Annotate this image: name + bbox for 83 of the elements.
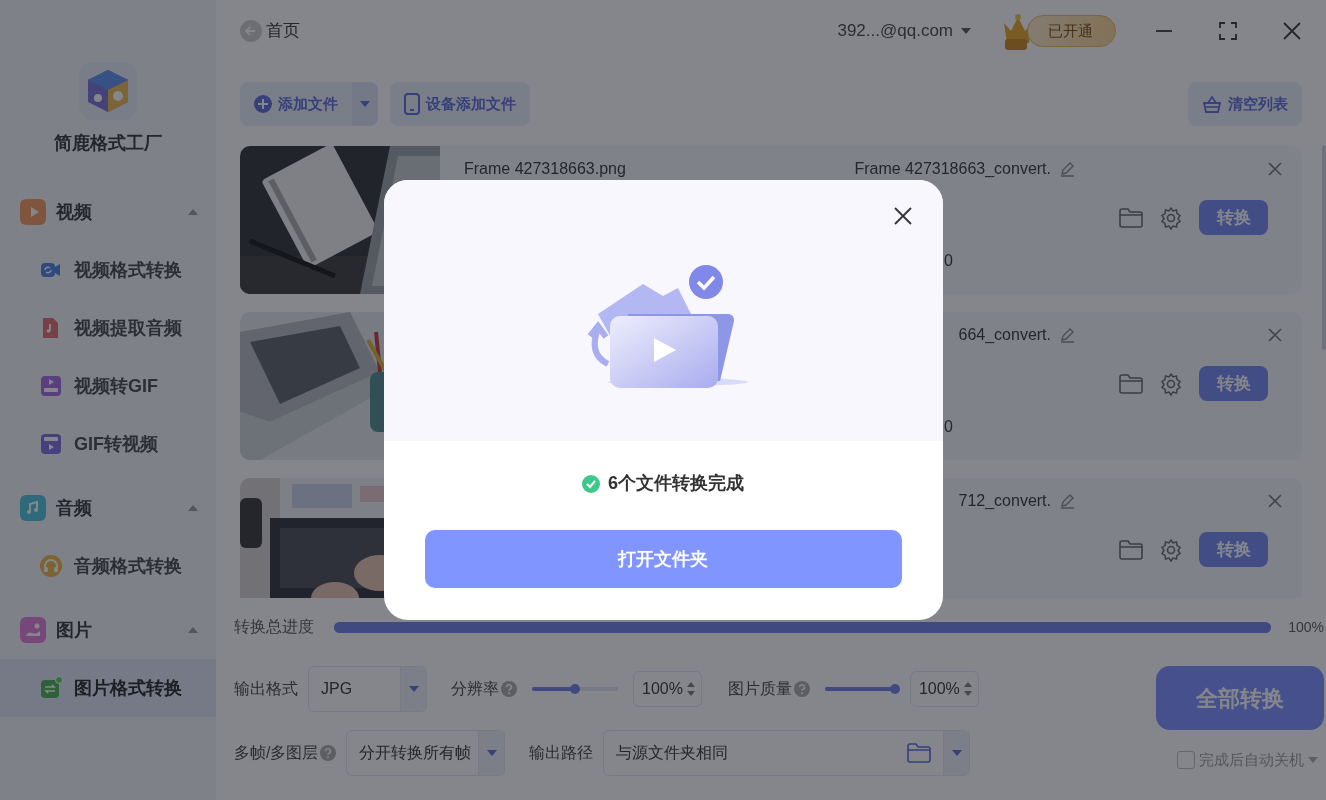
app-name: 简鹿格式工厂 [54, 132, 162, 155]
sidebar-item[interactable]: 视频格式转换 [0, 241, 216, 299]
sidebar-group[interactable]: 音频 [0, 479, 216, 537]
edit-icon[interactable] [1059, 493, 1075, 509]
phone-icon [404, 93, 420, 115]
device-add-button[interactable]: 设备添加文件 [390, 82, 530, 126]
format-dropdown[interactable]: JPG [308, 666, 427, 712]
gif-file-icon [38, 373, 64, 399]
setting-label: 图片质量 [727, 679, 792, 699]
number-input[interactable]: 100% [633, 671, 702, 707]
setting-label: 输出格式 [234, 679, 298, 699]
app-logo-icon [79, 62, 137, 120]
caret-icon [360, 101, 370, 107]
checkbox[interactable] [1177, 751, 1195, 770]
remove-icon[interactable] [1268, 328, 1282, 342]
folder-icon[interactable] [907, 743, 932, 763]
settings-icon[interactable] [1159, 205, 1183, 230]
caret-icon [951, 750, 962, 756]
setting-label: 输出路径 [529, 743, 594, 763]
vip-status-badge: 已开通 [1027, 15, 1116, 47]
back-link[interactable]: 首页 [240, 18, 300, 44]
progress-label: 转换总进度 [234, 617, 315, 637]
setting-label: 分辨率 [451, 679, 499, 699]
edit-icon[interactable] [1059, 161, 1075, 177]
settings-icon[interactable] [1159, 371, 1183, 396]
caret-icon [961, 28, 971, 34]
video-icon [20, 199, 46, 225]
remove-icon[interactable] [1268, 162, 1282, 176]
folder-icon[interactable] [1119, 207, 1143, 228]
output-file-name: 712_convert. [957, 491, 1051, 511]
caret-icon [486, 750, 497, 756]
basket-icon [1202, 95, 1222, 113]
sidebar-item[interactable]: GIF转视频 [0, 415, 216, 473]
caret-icon [1308, 757, 1318, 764]
sidebar-group[interactable]: 图片 [0, 601, 216, 659]
output-path-value: 与源文件夹相同 [616, 743, 729, 763]
music-icon [20, 495, 46, 521]
help-icon [320, 745, 337, 761]
add-icon [254, 95, 272, 113]
sidebar-item[interactable]: 视频转GIF [0, 357, 216, 415]
add-file-button[interactable]: 添加文件 [240, 82, 352, 126]
settings-icon[interactable] [1159, 537, 1183, 562]
convert-button[interactable]: 转换 [1199, 366, 1268, 401]
success-message: 6个文件转换完成 [608, 472, 744, 495]
caret-icon [408, 686, 419, 692]
file-size: 0 [944, 252, 953, 269]
output-path-field[interactable]: 与源文件夹相同 [603, 730, 971, 776]
sidebar-group[interactable]: 视频 [0, 183, 216, 241]
swap-image-icon [38, 675, 64, 701]
remove-icon[interactable] [1268, 494, 1282, 508]
headphones-icon [38, 553, 64, 579]
convert-button[interactable]: 转换 [1199, 532, 1268, 567]
open-folder-button[interactable]: 打开文件夹 [424, 530, 902, 588]
setting-label: 多帧/多图层 [234, 743, 319, 763]
frames-dropdown[interactable]: 分开转换所有帧 [346, 730, 506, 776]
output-file-name: Frame 427318663_convert. [853, 159, 1051, 179]
add-file-menu-button[interactable] [352, 82, 378, 126]
spinner-icon [686, 682, 695, 696]
slider-thumb[interactable] [570, 684, 580, 694]
folder-icon[interactable] [1119, 373, 1143, 394]
success-icon [582, 474, 600, 493]
sidebar-item[interactable]: 视频提取音频 [0, 299, 216, 357]
folder-icon[interactable] [1119, 539, 1143, 560]
account-menu[interactable]: 392...@qq.com [837, 18, 971, 44]
gif-file-icon [38, 431, 64, 457]
help-icon [793, 681, 810, 697]
file-size: 0 [944, 418, 953, 435]
sidebar-item[interactable]: 图片格式转换 [0, 659, 216, 717]
maximize-icon[interactable] [1218, 21, 1238, 41]
progress-percent: 100% [1288, 617, 1324, 637]
spinner-icon [963, 682, 972, 696]
output-file-name: 664_convert. [957, 325, 1051, 345]
close-icon[interactable] [893, 207, 912, 225]
sidebar-item[interactable]: 音频格式转换 [0, 537, 216, 595]
back-icon [240, 20, 262, 42]
number-input[interactable]: 100% [909, 671, 979, 707]
file-name: Frame 427318663.png [464, 159, 627, 179]
help-icon [501, 681, 517, 697]
convert-button[interactable]: 转换 [1199, 200, 1268, 235]
edit-icon[interactable] [1059, 327, 1075, 343]
slider-thumb[interactable] [889, 684, 900, 694]
image-icon [20, 617, 46, 643]
clear-list-button[interactable]: 清空列表 [1188, 82, 1302, 126]
